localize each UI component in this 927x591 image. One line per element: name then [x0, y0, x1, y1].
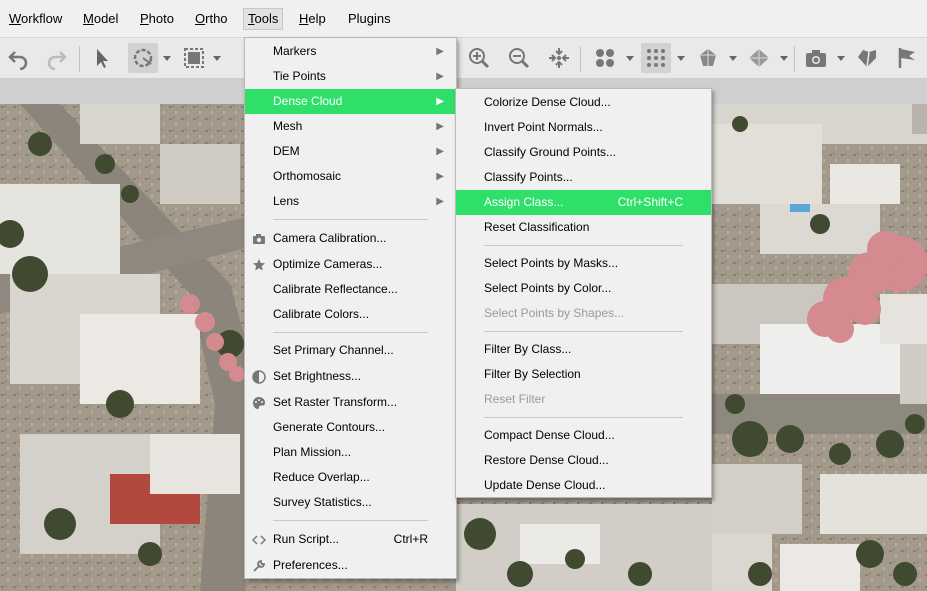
menu-item-compact-dense-cloud[interactable]: Compact Dense Cloud...: [456, 423, 711, 448]
menu-item-tie-points[interactable]: Tie Points ▶: [245, 64, 456, 89]
marker-flag-icon[interactable]: [892, 43, 922, 73]
dense-cloud-submenu: Colorize Dense Cloud... Invert Point Nor…: [455, 88, 712, 498]
camera-calibration-icon: [253, 234, 265, 244]
redo-icon[interactable]: [42, 43, 72, 73]
wrench-icon: [253, 560, 265, 572]
camera-icon[interactable]: [801, 43, 831, 73]
menu-help[interactable]: Help: [295, 9, 330, 29]
menu-tools[interactable]: Tools: [243, 8, 284, 30]
menu-item-set-brightness[interactable]: Set Brightness...: [245, 364, 456, 389]
palette-icon: [253, 397, 265, 409]
menu-item-camera-calibration[interactable]: Camera Calibration...: [245, 226, 456, 251]
menu-item-filter-by-selection[interactable]: Filter By Selection: [456, 362, 711, 387]
menu-item-restore-dense-cloud[interactable]: Restore Dense Cloud...: [456, 448, 711, 473]
menu-item-reset-classification[interactable]: Reset Classification: [456, 215, 711, 240]
menu-item-calibrate-colors[interactable]: Calibrate Colors...: [245, 302, 456, 327]
menu-item-plan-mission[interactable]: Plan Mission...: [245, 440, 456, 465]
menu-item-reduce-overlap[interactable]: Reduce Overlap...: [245, 465, 456, 490]
tiled-model-icon[interactable]: [744, 43, 774, 73]
point-cloud-icon[interactable]: [590, 43, 620, 73]
menu-item-calibrate-reflectance[interactable]: Calibrate Reflectance...: [245, 277, 456, 302]
menu-item-update-dense-cloud[interactable]: Update Dense Cloud...: [456, 473, 711, 498]
menu-item-survey-statistics[interactable]: Survey Statistics...: [245, 490, 456, 515]
menu-item-orthomosaic[interactable]: Orthomosaic ▶: [245, 164, 456, 189]
reset-view-icon[interactable]: [544, 43, 574, 73]
mesh-icon[interactable]: [693, 43, 723, 73]
pointer-icon[interactable]: [87, 43, 117, 73]
menu-item-dense-cloud[interactable]: Dense Cloud ▶: [245, 89, 456, 114]
undo-icon[interactable]: [3, 43, 33, 73]
menu-item-select-points-by-shapes: Select Points by Shapes...: [484, 306, 625, 320]
menu-item-select-points-by-masks[interactable]: Select Points by Masks...: [456, 251, 711, 276]
tools-menu: Markers ▶ Tie Points ▶ Dense Cloud ▶ Mesh ▶ …: [244, 37, 457, 579]
shape-icon[interactable]: [852, 43, 882, 73]
script-icon: [252, 535, 266, 545]
rectangle-selection-icon[interactable]: [179, 43, 209, 73]
menu-item-invert-point-normals[interactable]: Invert Point Normals...: [456, 115, 711, 140]
rotate-selection-icon[interactable]: [128, 43, 158, 73]
menu-item-markers[interactable]: Markers ▶: [245, 39, 456, 64]
menu-item-colorize-dense-cloud[interactable]: Colorize Dense Cloud...: [456, 90, 711, 115]
menu-item-assign-class[interactable]: Assign Class... Ctrl+Shift+C: [456, 190, 711, 215]
menu-workflow[interactable]: Workflow: [5, 9, 66, 29]
menu-item-preferences[interactable]: Preferences...: [245, 553, 456, 578]
brightness-icon: [252, 370, 266, 384]
menu-bar: Workflow Model Photo Ortho Tools Help Pl…: [0, 0, 927, 38]
menu-item-dem[interactable]: DEM ▶: [245, 139, 456, 164]
dense-cloud-icon[interactable]: [641, 43, 671, 73]
zoom-out-icon[interactable]: [504, 43, 534, 73]
menu-item-optimize-cameras[interactable]: Optimize Cameras...: [245, 252, 456, 277]
menu-ortho[interactable]: Ortho: [191, 9, 232, 29]
menu-item-filter-by-class[interactable]: Filter By Class...: [456, 337, 711, 362]
menu-model[interactable]: Model: [79, 9, 122, 29]
menu-item-classify-points[interactable]: Classify Points...: [456, 165, 711, 190]
menu-item-mesh[interactable]: Mesh ▶: [245, 114, 456, 139]
menu-item-set-raster-transform[interactable]: Set Raster Transform...: [245, 390, 456, 415]
toolbar: [0, 38, 927, 78]
menu-item-run-script[interactable]: Run Script... Ctrl+R: [245, 527, 456, 552]
menu-plugins[interactable]: Plugins: [344, 9, 395, 29]
menu-item-generate-contours[interactable]: Generate Contours...: [245, 415, 456, 440]
menu-photo[interactable]: Photo: [136, 9, 178, 29]
menu-item-reset-filter: Reset Filter: [484, 392, 546, 406]
menu-item-set-primary-channel[interactable]: Set Primary Channel...: [245, 338, 456, 363]
menu-item-select-points-by-color[interactable]: Select Points by Color...: [456, 276, 711, 301]
menu-item-lens[interactable]: Lens ▶: [245, 189, 456, 214]
menu-item-classify-ground-points[interactable]: Classify Ground Points...: [456, 140, 711, 165]
star-icon: [253, 259, 265, 271]
zoom-in-icon[interactable]: [464, 43, 494, 73]
